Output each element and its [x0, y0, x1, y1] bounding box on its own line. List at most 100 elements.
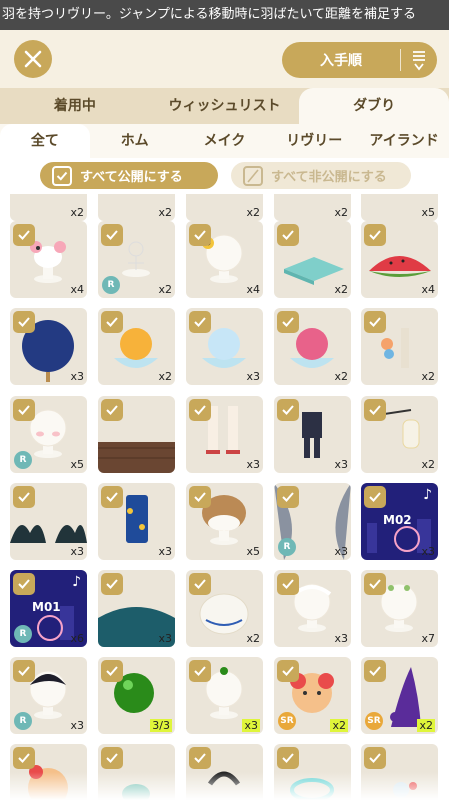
item-cell[interactable]: x3: [98, 483, 175, 560]
sort-button[interactable]: 入手順: [282, 42, 437, 78]
item-cell[interactable]: x3: [10, 308, 87, 385]
item-checkbox[interactable]: [13, 399, 35, 421]
make-all-public-button[interactable]: すべて公開にする: [40, 162, 218, 189]
item-cell[interactable]: x4: [186, 221, 263, 298]
check-icon: [18, 666, 30, 676]
check-icon: [194, 753, 206, 763]
item-checkbox[interactable]: [101, 747, 123, 769]
subtab-livly[interactable]: リヴリー: [269, 124, 359, 158]
item-checkbox[interactable]: [101, 660, 123, 682]
item-checkbox[interactable]: [277, 486, 299, 508]
item-cell[interactable]: x2: [361, 308, 438, 385]
item-checkbox[interactable]: [364, 573, 386, 595]
check-icon: [106, 405, 118, 415]
item-cell[interactable]: x3: [98, 570, 175, 647]
item-checkbox[interactable]: [101, 224, 123, 246]
item-checkbox[interactable]: [364, 311, 386, 333]
item-cell[interactable]: x2: [186, 570, 263, 647]
item-cell[interactable]: x2: [274, 194, 351, 221]
check-icon: [282, 753, 294, 763]
item-count: x2: [158, 283, 172, 296]
item-checkbox[interactable]: [189, 399, 211, 421]
item-cell[interactable]: M02 ♪ x3: [361, 483, 438, 560]
subtab-all[interactable]: 全て: [0, 124, 90, 158]
item-checkbox[interactable]: [277, 224, 299, 246]
item-checkbox[interactable]: [101, 311, 123, 333]
item-checkbox[interactable]: [13, 747, 35, 769]
item-checkbox[interactable]: [277, 747, 299, 769]
make-all-private-label: すべて非公開にする: [271, 170, 387, 185]
check-icon: [106, 317, 118, 327]
item-checkbox[interactable]: [277, 399, 299, 421]
item-cell[interactable]: Rx3: [10, 657, 87, 734]
music-note-icon: ♪: [423, 487, 432, 503]
item-cell[interactable]: x5: [361, 194, 438, 221]
item-checkbox[interactable]: [189, 311, 211, 333]
tab-wearing[interactable]: 着用中: [0, 88, 150, 124]
item-cell[interactable]: x3: [186, 308, 263, 385]
item-checkbox[interactable]: [277, 311, 299, 333]
check-icon: [194, 492, 206, 502]
item-count: x5: [421, 206, 435, 219]
item-cell[interactable]: [98, 396, 175, 473]
item-cell[interactable]: x5: [186, 483, 263, 560]
item-checkbox[interactable]: [277, 660, 299, 682]
close-button[interactable]: [14, 40, 52, 78]
item-cell[interactable]: x3: [10, 483, 87, 560]
item-checkbox[interactable]: [364, 486, 386, 508]
item-cell[interactable]: M01 ♪ Rx6: [10, 570, 87, 647]
subtab-island[interactable]: アイランド: [359, 124, 449, 158]
item-checkbox[interactable]: [189, 224, 211, 246]
item-checkbox[interactable]: [13, 224, 35, 246]
item-cell[interactable]: x2: [274, 308, 351, 385]
subtab-home[interactable]: ホム: [90, 124, 180, 158]
tab-duplicates[interactable]: ダブり: [299, 88, 449, 124]
item-cell[interactable]: Rx2: [98, 221, 175, 298]
item-checkbox[interactable]: [101, 399, 123, 421]
item-cell[interactable]: x7: [361, 570, 438, 647]
item-checkbox[interactable]: [13, 486, 35, 508]
item-cell[interactable]: x4: [10, 221, 87, 298]
item-cell[interactable]: 3/3: [98, 657, 175, 734]
subtab-makeup[interactable]: メイク: [180, 124, 270, 158]
item-checkbox[interactable]: [277, 573, 299, 595]
item-cell[interactable]: x3: [274, 570, 351, 647]
item-cell[interactable]: SR x2: [274, 657, 351, 734]
item-checkbox[interactable]: [364, 224, 386, 246]
item-cell[interactable]: x3: [274, 396, 351, 473]
item-cell[interactable]: x3: [186, 657, 263, 734]
item-checkbox[interactable]: [101, 486, 123, 508]
item-checkbox[interactable]: [364, 660, 386, 682]
unchecked-slash-icon: [243, 165, 263, 186]
item-checkbox[interactable]: [189, 747, 211, 769]
item-checkbox[interactable]: [13, 573, 35, 595]
item-count: x2: [70, 206, 84, 219]
item-cell[interactable]: Rx3: [274, 483, 351, 560]
item-cell[interactable]: x2: [186, 194, 263, 221]
make-all-private-button[interactable]: すべて非公開にする: [231, 162, 411, 189]
tab-wishlist[interactable]: ウィッシュリスト: [150, 88, 300, 124]
item-checkbox[interactable]: [364, 747, 386, 769]
item-checkbox[interactable]: [364, 399, 386, 421]
check-icon: [106, 579, 118, 589]
item-checkbox[interactable]: [189, 573, 211, 595]
item-checkbox[interactable]: [13, 660, 35, 682]
item-cell[interactable]: x2: [274, 221, 351, 298]
item-cell[interactable]: x3: [186, 396, 263, 473]
item-cell[interactable]: SR x2: [361, 657, 438, 734]
item-cell[interactable]: x4: [361, 221, 438, 298]
category-tabs: 全て ホム メイク リヴリー アイランド: [0, 124, 449, 158]
item-checkbox[interactable]: [189, 486, 211, 508]
item-cell[interactable]: x2: [10, 194, 87, 221]
item-cell[interactable]: x2: [98, 194, 175, 221]
item-count: x3: [70, 545, 84, 558]
ticker-text: 羽を持つリヴリー。ジャンプによる移動時に羽ばたいて距離を補足する: [2, 7, 417, 22]
item-cell[interactable]: x2: [361, 396, 438, 473]
item-cell[interactable]: Rx5: [10, 396, 87, 473]
item-cell[interactable]: x2: [98, 308, 175, 385]
item-checkbox[interactable]: [101, 573, 123, 595]
item-count: x3: [246, 458, 260, 471]
item-count: x2: [417, 719, 435, 732]
item-checkbox[interactable]: [189, 660, 211, 682]
item-checkbox[interactable]: [13, 311, 35, 333]
